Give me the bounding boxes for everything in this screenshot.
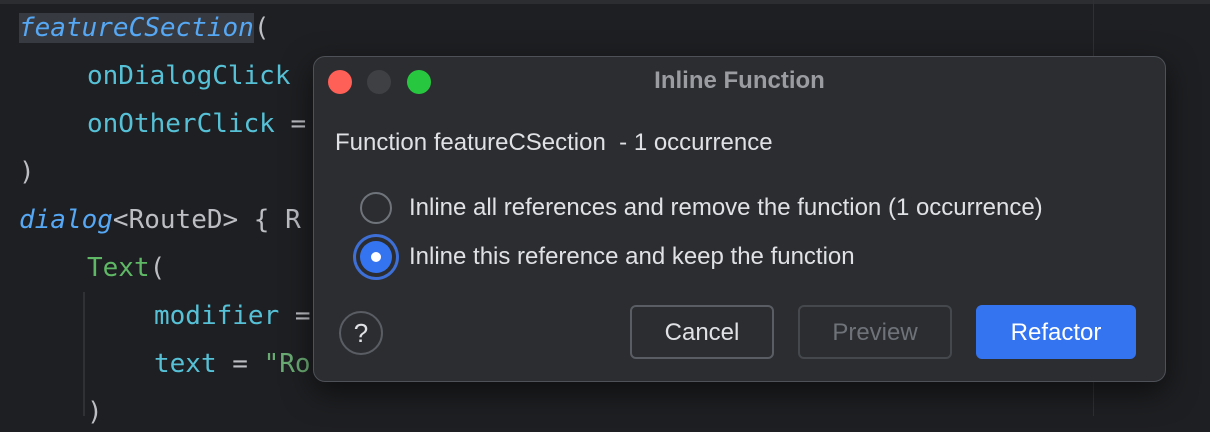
code-rest: =: [274, 109, 307, 139]
param-name: onOtherClick: [87, 109, 275, 139]
code-line-9[interactable]: ): [19, 392, 103, 432]
option-inline-this[interactable]: Inline this reference and keep the funct…: [360, 237, 855, 277]
string-literal: "Ro: [263, 349, 311, 379]
code-line-4[interactable]: ): [19, 152, 35, 192]
code-line-2[interactable]: onDialogClick: [19, 56, 291, 96]
dialog-title: Inline Function: [654, 67, 825, 94]
radio-button-checked[interactable]: [360, 241, 392, 273]
close-paren: ): [19, 157, 35, 187]
cancel-button[interactable]: Cancel: [630, 305, 774, 359]
editor-top-border: [0, 0, 1210, 4]
function-call-name[interactable]: featureCSection: [19, 13, 254, 43]
code-line-1[interactable]: featureCSection(: [19, 8, 269, 48]
composable-name: Text: [87, 253, 150, 283]
refactor-button[interactable]: Refactor: [976, 305, 1136, 359]
code-rest: =: [279, 301, 311, 331]
type-argument: <RouteD>: [112, 205, 239, 235]
dialog-description: Function featureCSection - 1 occurrence: [335, 129, 773, 156]
function-name: dialog: [19, 205, 113, 235]
param-name: text: [154, 349, 217, 379]
help-button[interactable]: ?: [339, 311, 383, 355]
param-name: onDialogClick: [87, 61, 291, 91]
option-label[interactable]: Inline this reference and keep the funct…: [409, 243, 855, 271]
radio-button-unchecked[interactable]: [360, 192, 392, 224]
open-paren: (: [253, 13, 270, 43]
inline-function-dialog: Inline Function Function featureCSection…: [313, 56, 1166, 382]
param-name: modifier: [154, 301, 280, 331]
code-line-3[interactable]: onOtherClick =: [19, 104, 306, 144]
code-line-5[interactable]: dialog<RouteD> { R: [19, 200, 301, 240]
option-inline-all[interactable]: Inline all references and remove the fun…: [360, 188, 1043, 228]
code-rest: { R: [238, 205, 301, 235]
code-line-6[interactable]: Text(: [19, 248, 165, 288]
close-paren: ): [87, 397, 103, 427]
preview-button[interactable]: Preview: [798, 305, 952, 359]
option-label[interactable]: Inline all references and remove the fun…: [409, 194, 1043, 222]
code-line-8[interactable]: text = "Ro: [19, 344, 311, 384]
open-paren: (: [149, 253, 166, 283]
code-line-7[interactable]: modifier =: [19, 296, 311, 336]
assign-operator: =: [216, 349, 264, 379]
